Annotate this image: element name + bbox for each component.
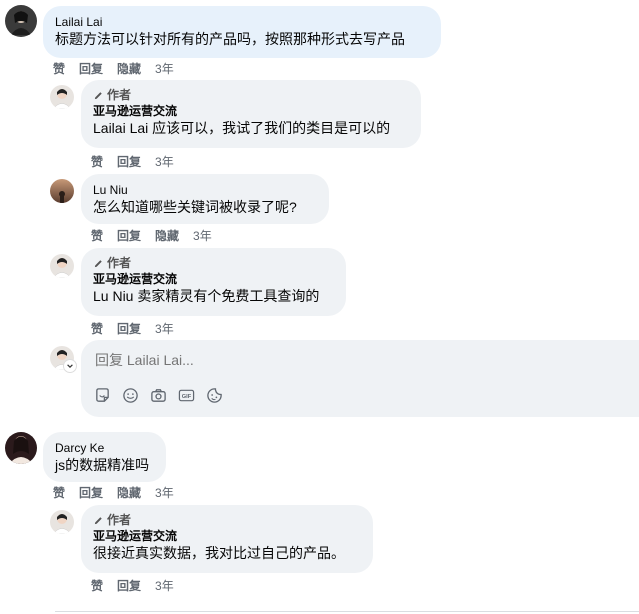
comment-actions: 赞 回复 隐藏 3年 — [53, 484, 174, 501]
avatar[interactable] — [5, 5, 37, 37]
comment-bubble: 作者 亚马逊运营交流 Lu Niu 卖家精灵有个免费工具查询的 — [81, 248, 346, 316]
timestamp[interactable]: 3年 — [155, 60, 174, 77]
reply-input[interactable] — [93, 351, 397, 369]
commenter-name[interactable]: 亚马逊运营交流 — [93, 528, 361, 544]
hide-button[interactable]: 隐藏 — [155, 227, 179, 244]
comment-text: Lu Niu 卖家精灵有个免费工具查询的 — [93, 288, 320, 304]
reply-button[interactable]: 回复 — [117, 227, 141, 244]
like-button[interactable]: 赞 — [91, 320, 103, 337]
avatar[interactable] — [50, 254, 74, 278]
comment-text: 标题方法可以针对所有的产品吗，按照那种形式去写产品 — [55, 31, 405, 47]
pencil-icon — [94, 92, 102, 100]
comment-actions: 赞 回复 3年 — [91, 577, 174, 594]
timestamp[interactable]: 3年 — [155, 320, 174, 337]
comment-actions: 赞 回复 隐藏 3年 — [53, 60, 174, 77]
pencil-icon — [94, 260, 102, 268]
reply-button[interactable]: 回复 — [117, 320, 141, 337]
like-button[interactable]: 赞 — [91, 577, 103, 594]
timestamp[interactable]: 3年 — [193, 227, 212, 244]
commenter-name[interactable]: Lu Niu — [93, 182, 317, 198]
reply-button[interactable]: 回复 — [117, 577, 141, 594]
sticker-face-icon[interactable] — [205, 386, 224, 405]
reply-composer: GIF — [81, 340, 639, 417]
sticker-icon[interactable] — [93, 386, 112, 405]
author-badge: 作者 — [93, 256, 334, 271]
svg-text:GIF: GIF — [182, 394, 192, 400]
like-button[interactable]: 赞 — [91, 153, 103, 170]
comment-text: js的数据精准吗 — [55, 457, 150, 473]
comment-text: 怎么知道哪些关键词被收录了呢? — [93, 199, 297, 215]
mention-link[interactable]: Lailai Lai — [93, 120, 148, 136]
like-button[interactable]: 赞 — [53, 484, 65, 501]
reply-button[interactable]: 回复 — [79, 60, 103, 77]
divider — [55, 611, 639, 612]
timestamp[interactable]: 3年 — [155, 153, 174, 170]
commenter-name[interactable]: 亚马逊运营交流 — [93, 103, 409, 119]
avatar[interactable] — [50, 510, 74, 534]
avatar[interactable] — [5, 432, 37, 464]
comment-bubble: 作者 亚马逊运营交流 很接近真实数据，我对比过自己的产品。 — [81, 505, 373, 573]
commenter-name[interactable]: Lailai Lai — [55, 14, 429, 30]
mention-link[interactable]: Lu Niu — [93, 288, 133, 304]
comment-text: Lailai Lai 应该可以，我试了我们的类目是可以的 — [93, 120, 391, 136]
emoji-icon[interactable] — [121, 386, 140, 405]
commenter-name[interactable]: Darcy Ke — [55, 440, 154, 456]
timestamp[interactable]: 3年 — [155, 577, 174, 594]
comment-text: 很接近真实数据，我对比过自己的产品。 — [93, 545, 345, 561]
reply-button[interactable]: 回复 — [117, 153, 141, 170]
comment-actions: 赞 回复 3年 — [91, 320, 174, 337]
like-button[interactable]: 赞 — [91, 227, 103, 244]
author-badge: 作者 — [93, 513, 361, 528]
author-badge: 作者 — [93, 88, 409, 103]
pencil-icon — [94, 517, 102, 525]
comment-bubble: Lailai Lai 标题方法可以针对所有的产品吗，按照那种形式去写产品 — [43, 6, 441, 58]
like-button[interactable]: 赞 — [53, 60, 65, 77]
camera-icon[interactable] — [149, 386, 168, 405]
hide-button[interactable]: 隐藏 — [117, 484, 141, 501]
comment-bubble: Lu Niu 怎么知道哪些关键词被收录了呢? — [81, 174, 329, 224]
comment-actions: 赞 回复 隐藏 3年 — [91, 227, 212, 244]
commenter-name[interactable]: 亚马逊运营交流 — [93, 271, 334, 287]
comment-actions: 赞 回复 3年 — [91, 153, 174, 170]
comment-bubble: 作者 亚马逊运营交流 Lailai Lai 应该可以，我试了我们的类目是可以的 — [81, 80, 421, 148]
chevron-down-icon[interactable] — [64, 360, 76, 372]
composer-toolbar: GIF — [93, 386, 224, 405]
avatar[interactable] — [50, 85, 74, 109]
hide-button[interactable]: 隐藏 — [117, 60, 141, 77]
gif-icon[interactable]: GIF — [177, 386, 196, 405]
avatar[interactable] — [50, 179, 74, 203]
timestamp[interactable]: 3年 — [155, 484, 174, 501]
reply-button[interactable]: 回复 — [79, 484, 103, 501]
comment-bubble: Darcy Ke js的数据精准吗 — [43, 432, 166, 482]
